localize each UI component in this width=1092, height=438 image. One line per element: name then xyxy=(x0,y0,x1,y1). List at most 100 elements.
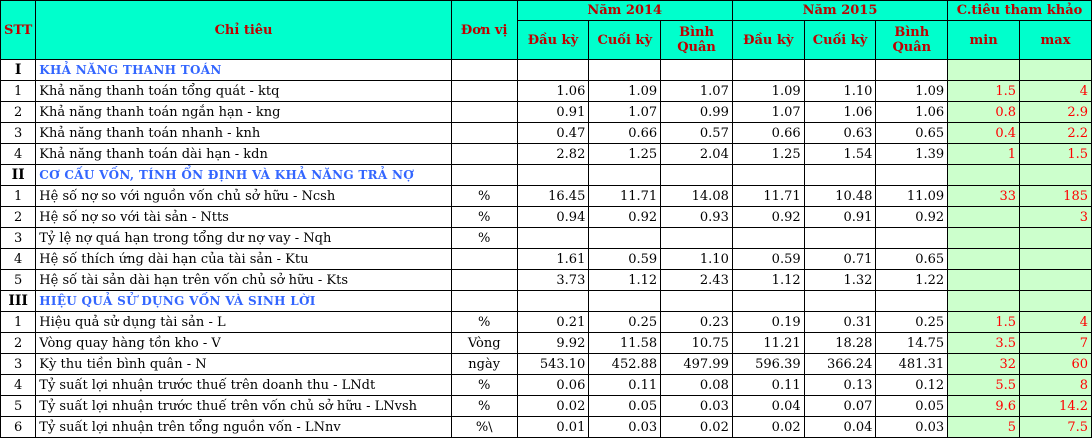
cell-unit[interactable] xyxy=(450,164,518,186)
value-2015-dau-ky[interactable]: 596.39 xyxy=(731,353,805,375)
value-2015-binh-quan[interactable]: 0.65 xyxy=(875,122,949,144)
indicator-name[interactable]: Tỷ suất lợi nhuận trước thuế trên vốn ch… xyxy=(35,395,452,417)
cell-value[interactable] xyxy=(875,290,949,312)
value-2014-binh-quan[interactable]: 0.02 xyxy=(660,416,733,438)
indicator-name[interactable]: Tỷ suất lợi nhuận trước thuế trên doanh … xyxy=(35,374,452,396)
ref-max[interactable]: 8 xyxy=(1019,374,1092,396)
value-2014-binh-quan[interactable]: 2.04 xyxy=(660,143,733,165)
value-2015-cuoi-ky[interactable]: 0.04 xyxy=(803,416,877,438)
value-2014-cuoi-ky[interactable]: 0.25 xyxy=(588,311,662,333)
value-2014-dau-ky[interactable]: 0.21 xyxy=(516,311,590,333)
value-2015-cuoi-ky[interactable]: 0.13 xyxy=(803,374,877,396)
value-2015-binh-quan[interactable]: 1.09 xyxy=(875,80,949,102)
cell-unit[interactable] xyxy=(450,59,518,81)
value-2014-cuoi-ky[interactable] xyxy=(588,227,662,249)
header-max[interactable]: max xyxy=(1019,20,1092,60)
value-2014-dau-ky[interactable]: 0.01 xyxy=(516,416,590,438)
value-2014-dau-ky[interactable]: 0.94 xyxy=(516,206,590,228)
ref-max[interactable]: 1.5 xyxy=(1019,143,1092,165)
value-2015-dau-ky[interactable]: 0.04 xyxy=(731,395,805,417)
value-2015-binh-quan[interactable]: 0.05 xyxy=(875,395,949,417)
ref-max[interactable] xyxy=(1019,269,1092,291)
value-2015-cuoi-ky[interactable]: 10.48 xyxy=(803,185,877,207)
indicator-name[interactable]: Tỷ lệ nợ quá hạn trong tổng dư nợ vay - … xyxy=(35,227,452,249)
row-number[interactable]: 1 xyxy=(0,80,37,102)
value-2014-binh-quan[interactable] xyxy=(660,227,733,249)
indicator-name[interactable]: Hiệu quả sử dụng tài sản - L xyxy=(35,311,452,333)
ref-min[interactable]: 1.5 xyxy=(947,80,1021,102)
cell-ref-min[interactable] xyxy=(947,59,1021,81)
cell-value[interactable] xyxy=(588,164,662,186)
row-number[interactable]: 2 xyxy=(0,101,37,123)
cell-ref-min[interactable] xyxy=(947,164,1021,186)
indicator-unit[interactable]: % xyxy=(450,311,518,333)
ref-max[interactable]: 7 xyxy=(1019,332,1092,354)
row-number[interactable]: 5 xyxy=(0,269,37,291)
cell-ref-max[interactable] xyxy=(1019,290,1092,312)
value-2015-dau-ky[interactable]: 0.11 xyxy=(731,374,805,396)
value-2015-cuoi-ky[interactable]: 1.10 xyxy=(803,80,877,102)
section-number[interactable]: III xyxy=(0,290,37,312)
section-number[interactable]: I xyxy=(0,59,37,81)
indicator-name[interactable]: Khả năng thanh toán dài hạn - kdn xyxy=(35,143,452,165)
indicator-name[interactable]: Khả năng thanh toán ngắn hạn - kng xyxy=(35,101,452,123)
ref-max[interactable]: 7.5 xyxy=(1019,416,1092,438)
header-year-2014[interactable]: Năm 2014 xyxy=(516,0,733,21)
ref-max[interactable]: 4 xyxy=(1019,80,1092,102)
value-2015-binh-quan[interactable]: 1.06 xyxy=(875,101,949,123)
ref-min[interactable]: 1 xyxy=(947,143,1021,165)
value-2014-binh-quan[interactable]: 0.23 xyxy=(660,311,733,333)
row-number[interactable]: 2 xyxy=(0,332,37,354)
value-2015-binh-quan[interactable]: 1.39 xyxy=(875,143,949,165)
value-2015-cuoi-ky[interactable]: 0.07 xyxy=(803,395,877,417)
value-2015-cuoi-ky[interactable]: 0.31 xyxy=(803,311,877,333)
row-number[interactable]: 2 xyxy=(0,206,37,228)
ref-max[interactable]: 3 xyxy=(1019,206,1092,228)
header-stt[interactable]: STT xyxy=(0,0,37,60)
value-2014-binh-quan[interactable]: 497.99 xyxy=(660,353,733,375)
ref-max[interactable]: 4 xyxy=(1019,311,1092,333)
value-2014-cuoi-ky[interactable]: 0.59 xyxy=(588,248,662,270)
indicator-name[interactable]: Hệ số thích ứng dài hạn của tài sản - Kt… xyxy=(35,248,452,270)
indicator-unit[interactable] xyxy=(450,122,518,144)
value-2014-dau-ky[interactable]: 0.06 xyxy=(516,374,590,396)
indicator-name[interactable]: Kỳ thu tiền bình quân - N xyxy=(35,353,452,375)
row-number[interactable]: 6 xyxy=(0,416,37,438)
value-2015-binh-quan[interactable]: 0.92 xyxy=(875,206,949,228)
ref-min[interactable] xyxy=(947,269,1021,291)
value-2015-dau-ky[interactable]: 0.92 xyxy=(731,206,805,228)
ref-max[interactable]: 14.2 xyxy=(1019,395,1092,417)
value-2015-binh-quan[interactable]: 0.03 xyxy=(875,416,949,438)
header-year-2015[interactable]: Năm 2015 xyxy=(731,0,949,21)
ref-min[interactable]: 32 xyxy=(947,353,1021,375)
section-number[interactable]: II xyxy=(0,164,37,186)
ref-min[interactable]: 5.5 xyxy=(947,374,1021,396)
cell-value[interactable] xyxy=(731,59,805,81)
header-2015-binh-quan[interactable]: Bình Quân xyxy=(875,20,949,60)
row-number[interactable]: 5 xyxy=(0,395,37,417)
value-2014-binh-quan[interactable]: 0.03 xyxy=(660,395,733,417)
cell-value[interactable] xyxy=(660,290,733,312)
cell-value[interactable] xyxy=(588,59,662,81)
cell-value[interactable] xyxy=(875,164,949,186)
cell-value[interactable] xyxy=(588,290,662,312)
value-2014-cuoi-ky[interactable]: 11.58 xyxy=(588,332,662,354)
value-2014-cuoi-ky[interactable]: 0.92 xyxy=(588,206,662,228)
header-2014-cuoi-ky[interactable]: Cuối kỳ xyxy=(588,20,662,60)
value-2015-binh-quan[interactable]: 0.25 xyxy=(875,311,949,333)
header-min[interactable]: min xyxy=(947,20,1021,60)
indicator-unit[interactable] xyxy=(450,248,518,270)
ref-max[interactable]: 2.9 xyxy=(1019,101,1092,123)
cell-value[interactable] xyxy=(803,290,877,312)
ref-min[interactable] xyxy=(947,248,1021,270)
cell-value[interactable] xyxy=(516,290,590,312)
value-2014-dau-ky[interactable]: 16.45 xyxy=(516,185,590,207)
value-2014-cuoi-ky[interactable]: 0.11 xyxy=(588,374,662,396)
value-2015-dau-ky[interactable]: 11.71 xyxy=(731,185,805,207)
value-2014-binh-quan[interactable]: 1.07 xyxy=(660,80,733,102)
ref-max[interactable]: 185 xyxy=(1019,185,1092,207)
indicator-unit[interactable]: ngày xyxy=(450,353,518,375)
indicator-unit[interactable]: %\ xyxy=(450,416,518,438)
value-2014-cuoi-ky[interactable]: 1.12 xyxy=(588,269,662,291)
value-2014-dau-ky[interactable]: 0.47 xyxy=(516,122,590,144)
